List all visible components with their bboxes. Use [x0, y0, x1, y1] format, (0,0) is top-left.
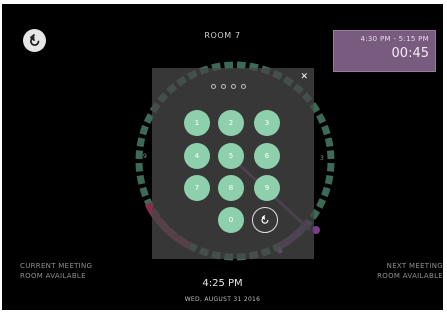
dial-ring-segment [136, 137, 146, 148]
pin-dot [221, 84, 226, 89]
key-7[interactable]: 7 [184, 175, 210, 201]
pin-dot [211, 84, 216, 89]
dial-ring-segment [139, 124, 149, 136]
key-6[interactable]: 6 [254, 143, 280, 169]
undo-button[interactable] [252, 207, 278, 233]
current-time: 4:25 PM [202, 278, 243, 289]
booking-countdown: 00:45 [391, 46, 429, 61]
dial-ring-segment [135, 150, 144, 160]
booking-time-range: 4:30 PM - 5:15 PM [360, 35, 429, 43]
close-icon[interactable]: ✕ [300, 72, 308, 82]
key-9[interactable]: 9 [254, 175, 280, 201]
dial-ring-segment [143, 113, 154, 124]
dial-ring-segment [236, 61, 246, 70]
pin-entry-panel: ✕ 1 2 3 4 5 6 7 8 9 0 [152, 68, 314, 259]
dial-ring-segment [324, 137, 334, 148]
pin-dot [241, 84, 246, 89]
dial-ring-segment [316, 198, 327, 209]
dial-ring-segment [321, 186, 331, 198]
dial-label-left: 9 [143, 153, 147, 160]
dial-ring-segment [324, 174, 334, 185]
current-booking-card[interactable]: 4:30 PM - 5:15 PM 00:45 [333, 30, 436, 72]
key-2[interactable]: 2 [218, 110, 244, 136]
dial-ring-segment [135, 162, 144, 172]
dial-ring-segment [326, 162, 335, 172]
current-meeting-label: CURRENT MEETING [20, 262, 93, 270]
undo-icon [261, 215, 269, 224]
dial-ring-segment [321, 124, 331, 136]
key-5[interactable]: 5 [218, 143, 244, 169]
next-meeting-label: NEXT MEETING [386, 262, 443, 270]
key-4[interactable]: 4 [184, 143, 210, 169]
pin-indicator [211, 84, 246, 89]
dial-ring-segment [326, 150, 335, 160]
dial-label-right: 3 [320, 155, 324, 162]
room-display-screen: 9 3 ROOM 7 4:30 PM - 5:15 PM 00:45 ✕ 1 2… [2, 4, 443, 310]
key-0[interactable]: 0 [218, 207, 244, 233]
key-3[interactable]: 3 [254, 110, 280, 136]
dial-ring-segment [224, 61, 234, 70]
key-1[interactable]: 1 [184, 110, 210, 136]
pin-dot [231, 84, 236, 89]
dial-ring-segment [139, 186, 149, 198]
key-8[interactable]: 8 [218, 175, 244, 201]
current-date: WED, AUGUST 31 2016 [184, 296, 261, 303]
dial-ring-segment [136, 174, 146, 185]
dial-ring-segment [316, 113, 327, 124]
